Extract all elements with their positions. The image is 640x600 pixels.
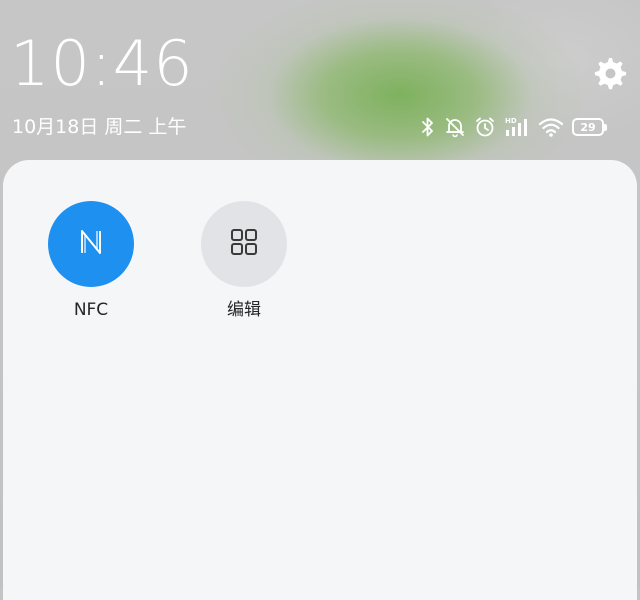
status-icons-group: HD 29 <box>420 112 607 142</box>
tile-edit-label: 编辑 <box>227 300 261 320</box>
grid-edit-icon <box>229 227 259 261</box>
tile-edit[interactable]: 编辑 <box>189 201 299 321</box>
battery-level: 29 <box>572 118 607 136</box>
clock-time[interactable]: 10:46 <box>10 28 194 100</box>
date-text[interactable]: 10月18日 周二 上午 <box>12 114 186 140</box>
alarm-icon <box>474 115 496 139</box>
battery-icon: 29 <box>572 115 607 139</box>
nfc-toggle-button[interactable] <box>48 201 134 287</box>
tile-nfc-label: NFC <box>73 300 109 320</box>
quick-settings-panel: NFC 编辑 <box>3 160 637 600</box>
hd-signal-icon: HD <box>504 115 530 139</box>
nfc-icon <box>74 225 108 263</box>
settings-gear-icon[interactable] <box>590 54 628 92</box>
silent-bell-icon <box>444 115 466 139</box>
wifi-icon <box>538 115 564 139</box>
tile-nfc[interactable]: NFC <box>36 201 146 321</box>
edit-tiles-button[interactable] <box>201 201 287 287</box>
bluetooth-icon <box>420 115 436 139</box>
svg-text:HD: HD <box>505 117 517 125</box>
status-header: 10:46 10月18日 周二 上午 HD 29 <box>0 0 640 160</box>
